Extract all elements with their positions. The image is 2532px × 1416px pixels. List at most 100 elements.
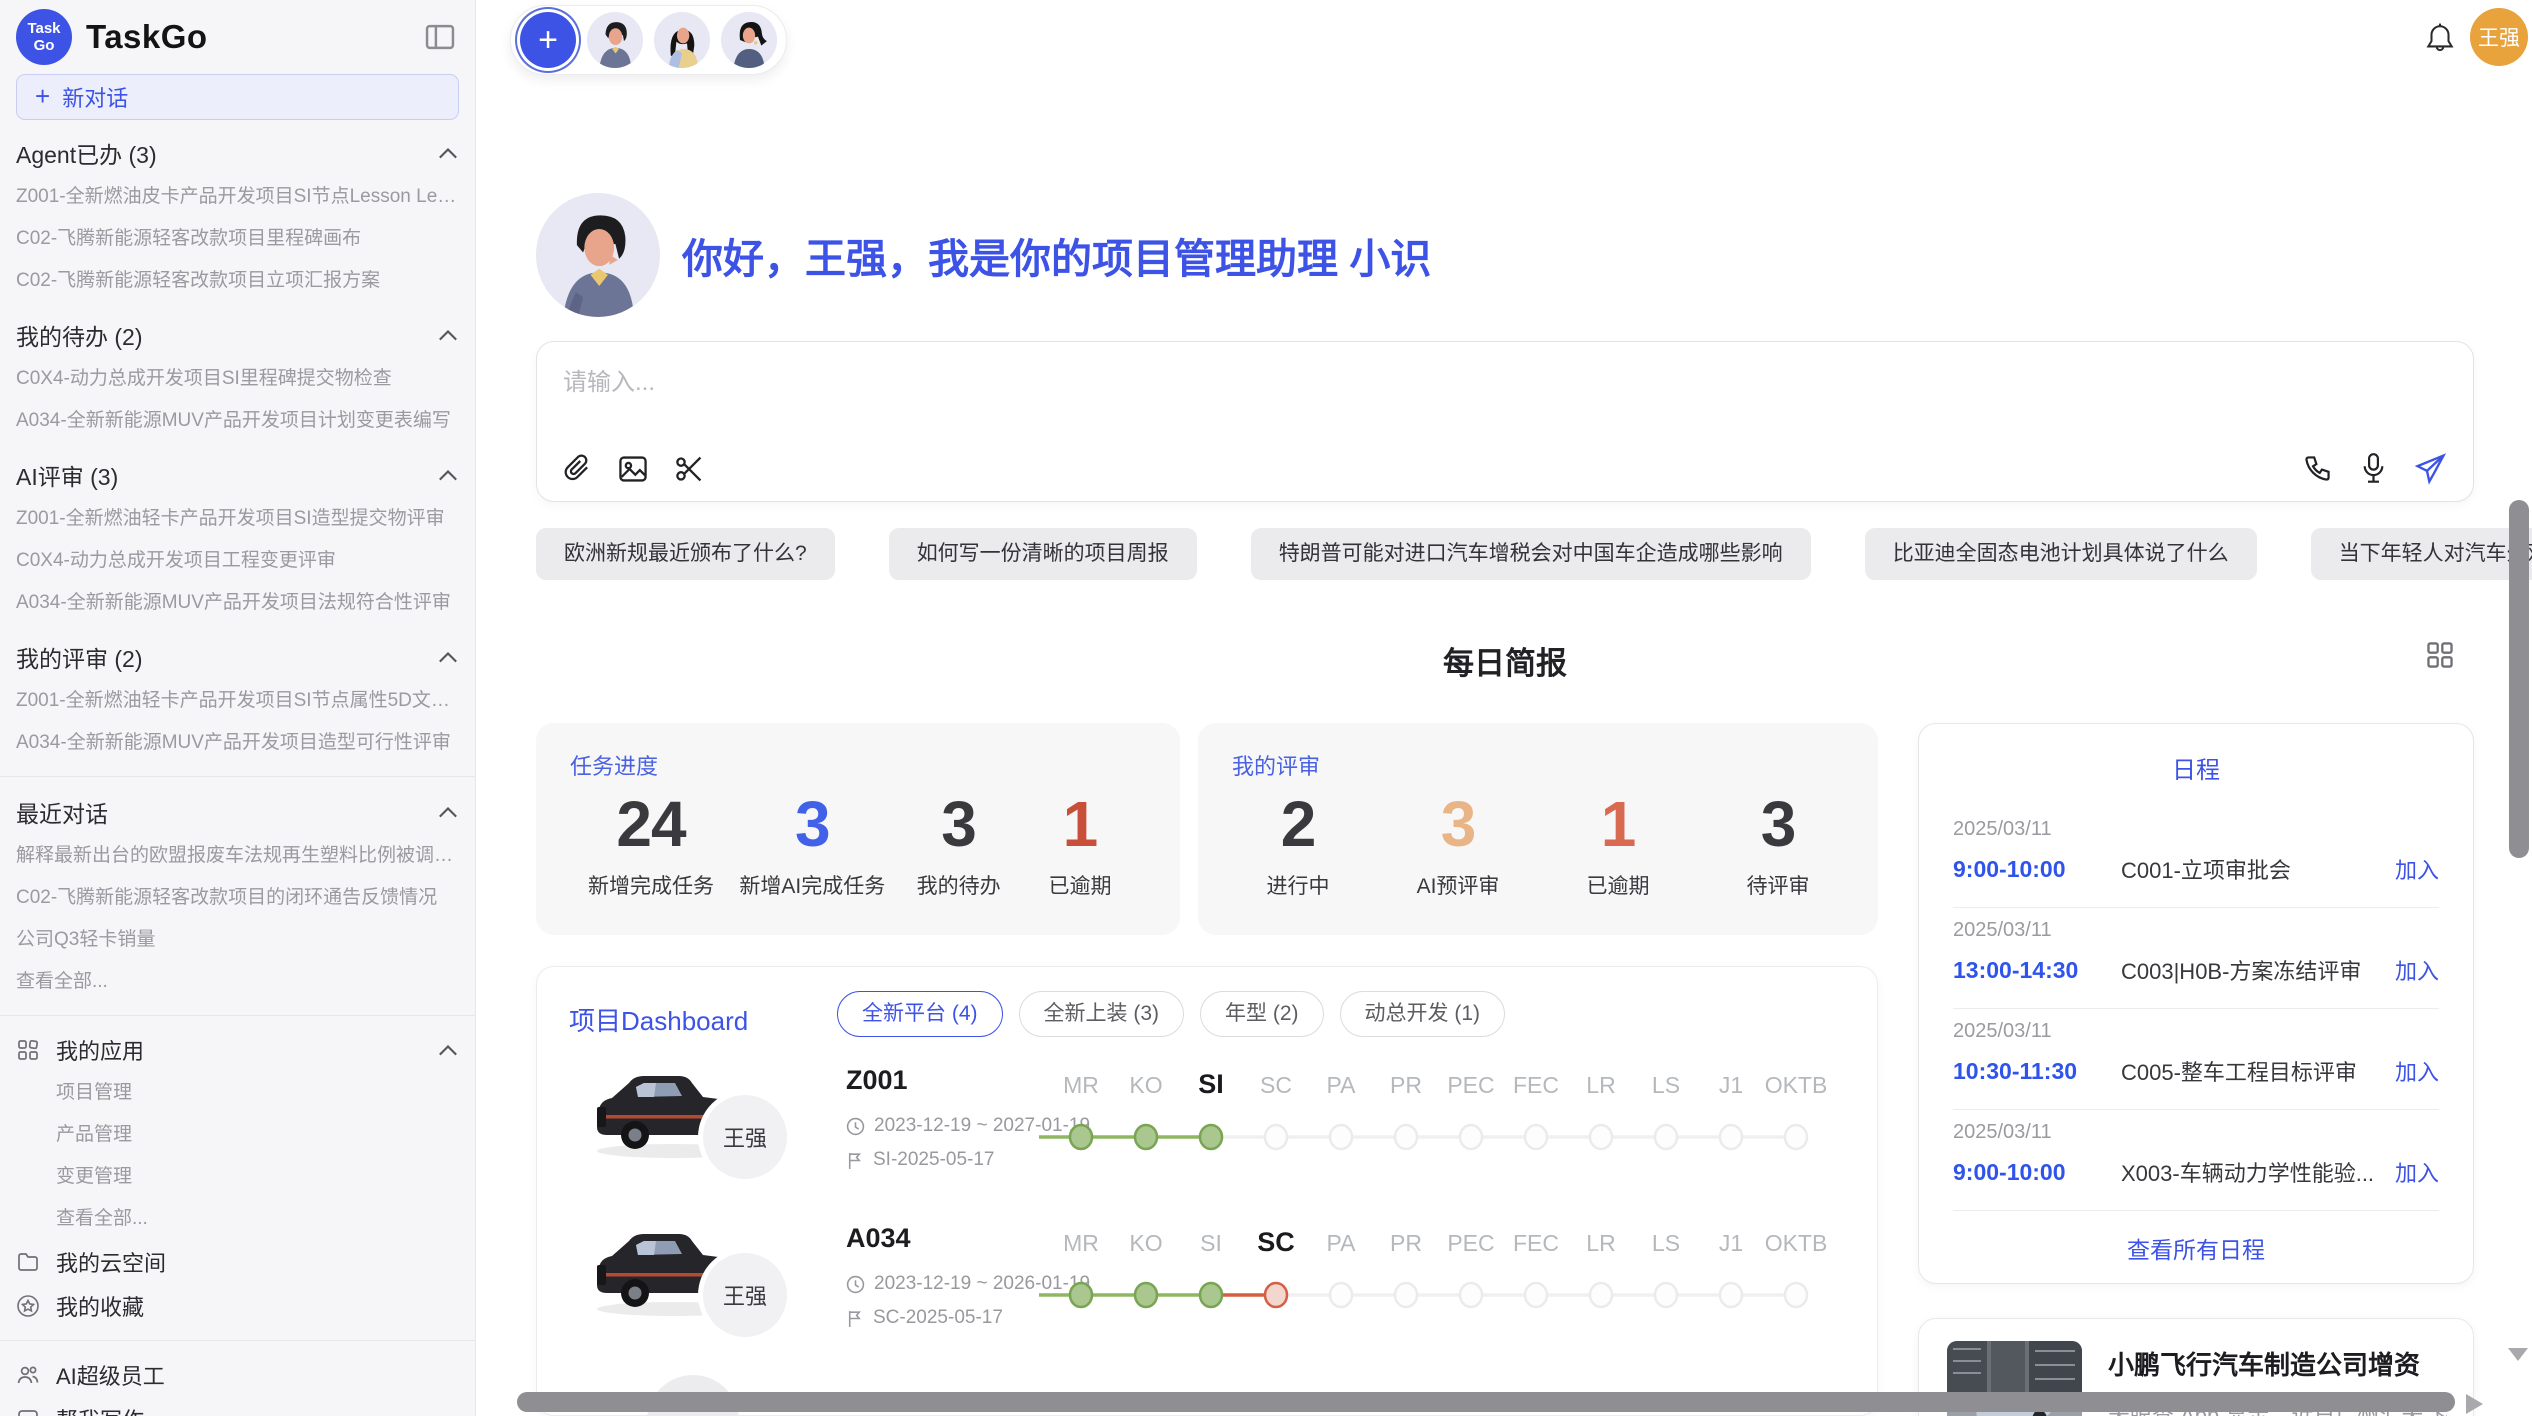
stat-column: 3AI预评审 bbox=[1410, 791, 1506, 900]
sidebar-item[interactable]: C0X4-动力总成开发项目SI里程碑提交物检查 bbox=[16, 358, 459, 400]
apps-more[interactable]: 查看全部... bbox=[16, 1198, 459, 1240]
app-item[interactable]: 项目管理 bbox=[16, 1072, 459, 1114]
sidebar-link-label: 我的云空间 bbox=[56, 1246, 166, 1278]
suggestion-chip[interactable]: 欧洲新规最近颁布了什么? bbox=[536, 528, 835, 580]
join-meeting-link[interactable]: 加入 bbox=[2395, 1156, 2439, 1188]
taskgo-logo: Task Go bbox=[16, 9, 72, 65]
stat-value: 3 bbox=[1730, 791, 1826, 858]
sidebar-section-header[interactable]: AI评审 (3) bbox=[16, 452, 459, 498]
view-all-schedule-link[interactable]: 查看所有日程 bbox=[1953, 1231, 2439, 1265]
horizontal-scrollbar[interactable] bbox=[517, 1392, 2455, 1412]
stat-label: 已逾期 bbox=[1032, 870, 1128, 900]
dashboard-filter-chip[interactable]: 全新平台 (4) bbox=[837, 991, 1003, 1037]
scroll-down-arrow[interactable] bbox=[2508, 1348, 2528, 1361]
app-item[interactable]: 变更管理 bbox=[16, 1156, 459, 1198]
assistant-avatar-2[interactable] bbox=[654, 12, 710, 68]
main-area: + 王强 你好，王强，我是你的项目管理助理 小识 bbox=[476, 0, 2532, 1416]
sidebar-section-title: 我的待办 (2) bbox=[16, 318, 143, 352]
schedule-date: 2025/03/11 bbox=[1953, 1121, 2439, 1144]
schedule-event-name: C001-立项审批会 bbox=[2121, 853, 2381, 885]
sidebar-item[interactable]: Z001-全新燃油轻卡产品开发项目SI造型提交物评审 bbox=[16, 498, 459, 540]
scroll-right-arrow[interactable] bbox=[2466, 1394, 2483, 1414]
sidebar-folder-link[interactable]: 我的云空间 bbox=[16, 1240, 459, 1284]
voice-call-icon[interactable] bbox=[2302, 453, 2333, 484]
svg-text:SI: SI bbox=[1198, 1069, 1224, 1099]
join-meeting-link[interactable]: 加入 bbox=[2395, 853, 2439, 885]
add-assistant-button[interactable]: + bbox=[520, 12, 576, 68]
dashboard-filter-chip[interactable]: 全新上装 (3) bbox=[1019, 991, 1185, 1037]
recent-chat-item[interactable]: 解释最新出台的欧盟报废车法规再生塑料比例被调至15%... bbox=[16, 835, 459, 877]
greeting-text: 你好，王强，我是你的项目管理助理 小识 bbox=[682, 225, 1431, 285]
scissors-icon[interactable] bbox=[673, 453, 705, 485]
schedule-date: 2025/03/11 bbox=[1953, 1020, 2439, 1043]
svg-text:OKTB: OKTB bbox=[1765, 1230, 1828, 1256]
my-apps-header[interactable]: 我的应用 bbox=[16, 1028, 459, 1072]
collapse-sidebar-icon[interactable] bbox=[421, 19, 459, 55]
assistant-avatar-3[interactable] bbox=[721, 12, 777, 68]
sidebar-tool-write[interactable]: 帮我写作 bbox=[16, 1397, 459, 1416]
image-icon[interactable] bbox=[617, 453, 649, 485]
project-code[interactable]: Z001 bbox=[846, 1065, 908, 1096]
schedule-entry: 2025/03/1110:30-11:30C005-整车工程目标评审加入 bbox=[1953, 1009, 2439, 1110]
suggestion-chip[interactable]: 比亚迪全固态电池计划具体说了什么 bbox=[1865, 528, 2257, 580]
dashboard-filter-chip[interactable]: 年型 (2) bbox=[1200, 991, 1324, 1037]
recent-chat-item[interactable]: C02-飞腾新能源轻客改款项目的闭环通告反馈情况 bbox=[16, 877, 459, 919]
sidebar-section-header[interactable]: 我的待办 (2) bbox=[16, 312, 459, 358]
attachment-icon[interactable] bbox=[563, 453, 593, 485]
suggestion-chip[interactable]: 当下年轻人对汽车外观有怎样的喜好趋势 bbox=[2311, 528, 2532, 580]
write-icon bbox=[16, 1407, 40, 1416]
dashboard-filter-chip[interactable]: 动总开发 (1) bbox=[1340, 991, 1506, 1037]
stat-card-title: 我的评审 bbox=[1232, 749, 1844, 781]
news-title: 小鹏飞行汽车制造公司增资 bbox=[2108, 1345, 2447, 1382]
notification-bell-icon[interactable] bbox=[2424, 22, 2456, 56]
sidebar-item[interactable]: Z001-全新燃油轻卡产品开发项目SI节点属性5D文件评审 bbox=[16, 680, 459, 722]
vertical-scrollbar[interactable] bbox=[2509, 500, 2529, 858]
svg-text:MR: MR bbox=[1063, 1230, 1099, 1256]
sidebar-item[interactable]: A034-全新新能源MUV产品开发项目法规符合性评审 bbox=[16, 582, 459, 624]
sidebar-item[interactable]: A034-全新新能源MUV产品开发项目计划变更表编写 bbox=[16, 400, 459, 442]
new-chat-button[interactable]: + 新对话 bbox=[16, 74, 459, 120]
sidebar-item[interactable]: C02-飞腾新能源轻客改款项目里程碑画布 bbox=[16, 218, 459, 260]
sidebar-section-header[interactable]: Agent已办 (3) bbox=[16, 130, 459, 176]
stat-value: 2 bbox=[1250, 791, 1346, 858]
schedule-time: 10:30-11:30 bbox=[1953, 1058, 2121, 1085]
project-code[interactable]: A034 bbox=[846, 1223, 911, 1254]
briefing-layout-icon[interactable] bbox=[2425, 640, 2455, 670]
microphone-icon[interactable] bbox=[2359, 452, 2388, 485]
sidebar-item[interactable]: Z001-全新燃油皮卡产品开发项目SI节点Lesson Learn报告 bbox=[16, 176, 459, 218]
svg-text:FEC: FEC bbox=[1513, 1230, 1559, 1256]
sidebar-item[interactable]: C0X4-动力总成开发项目工程变更评审 bbox=[16, 540, 459, 582]
recent-chat-item[interactable]: 公司Q3轻卡销量 bbox=[16, 919, 459, 961]
sidebar-header: Task Go TaskGo bbox=[16, 0, 459, 74]
sidebar-item[interactable]: C02-飞腾新能源轻客改款项目立项汇报方案 bbox=[16, 260, 459, 302]
stat-value: 3 bbox=[739, 791, 885, 858]
send-icon[interactable] bbox=[2414, 452, 2447, 485]
composer-right-tools bbox=[2302, 452, 2447, 485]
recent-chats-header[interactable]: 最近对话 bbox=[16, 789, 459, 835]
recent-chats-more[interactable]: 查看全部... bbox=[16, 961, 459, 1003]
svg-text:J1: J1 bbox=[1719, 1230, 1743, 1256]
sidebar-tool-users[interactable]: AI超级员工 bbox=[16, 1353, 459, 1397]
app-item[interactable]: 产品管理 bbox=[16, 1114, 459, 1156]
sidebar-star-link[interactable]: 我的收藏 bbox=[16, 1284, 459, 1328]
sidebar-item[interactable]: A034-全新新能源MUV产品开发项目造型可行性评审 bbox=[16, 722, 459, 764]
new-chat-label: 新对话 bbox=[62, 81, 128, 113]
daily-briefing-title: 每日简报 bbox=[1443, 646, 1567, 681]
svg-text:LR: LR bbox=[1586, 1230, 1615, 1256]
sidebar-section-header[interactable]: 我的评审 (2) bbox=[16, 634, 459, 680]
svg-text:PEC: PEC bbox=[1447, 1072, 1494, 1098]
svg-text:LS: LS bbox=[1652, 1230, 1680, 1256]
svg-text:SC: SC bbox=[1260, 1072, 1292, 1098]
sidebar-section-title: AI评审 (3) bbox=[16, 458, 118, 492]
user-avatar[interactable]: 王强 bbox=[2470, 8, 2528, 66]
dashboard-filters: 全新平台 (4) 全新上装 (3) 年型 (2) 动总开发 (1) bbox=[837, 991, 1505, 1037]
suggestion-chip[interactable]: 特朗普可能对进口汽车增税会对中国车企造成哪些影响 bbox=[1251, 528, 1811, 580]
join-meeting-link[interactable]: 加入 bbox=[2395, 1055, 2439, 1087]
assistant-avatar-1[interactable] bbox=[587, 12, 643, 68]
join-meeting-link[interactable]: 加入 bbox=[2395, 954, 2439, 986]
svg-text:KO: KO bbox=[1129, 1072, 1162, 1098]
stat-label: 已逾期 bbox=[1570, 870, 1666, 900]
message-composer[interactable]: 请输入... bbox=[536, 341, 2474, 502]
sidebar-section-title: Agent已办 (3) bbox=[16, 136, 157, 170]
suggestion-chip[interactable]: 如何写一份清晰的项目周报 bbox=[889, 528, 1197, 580]
